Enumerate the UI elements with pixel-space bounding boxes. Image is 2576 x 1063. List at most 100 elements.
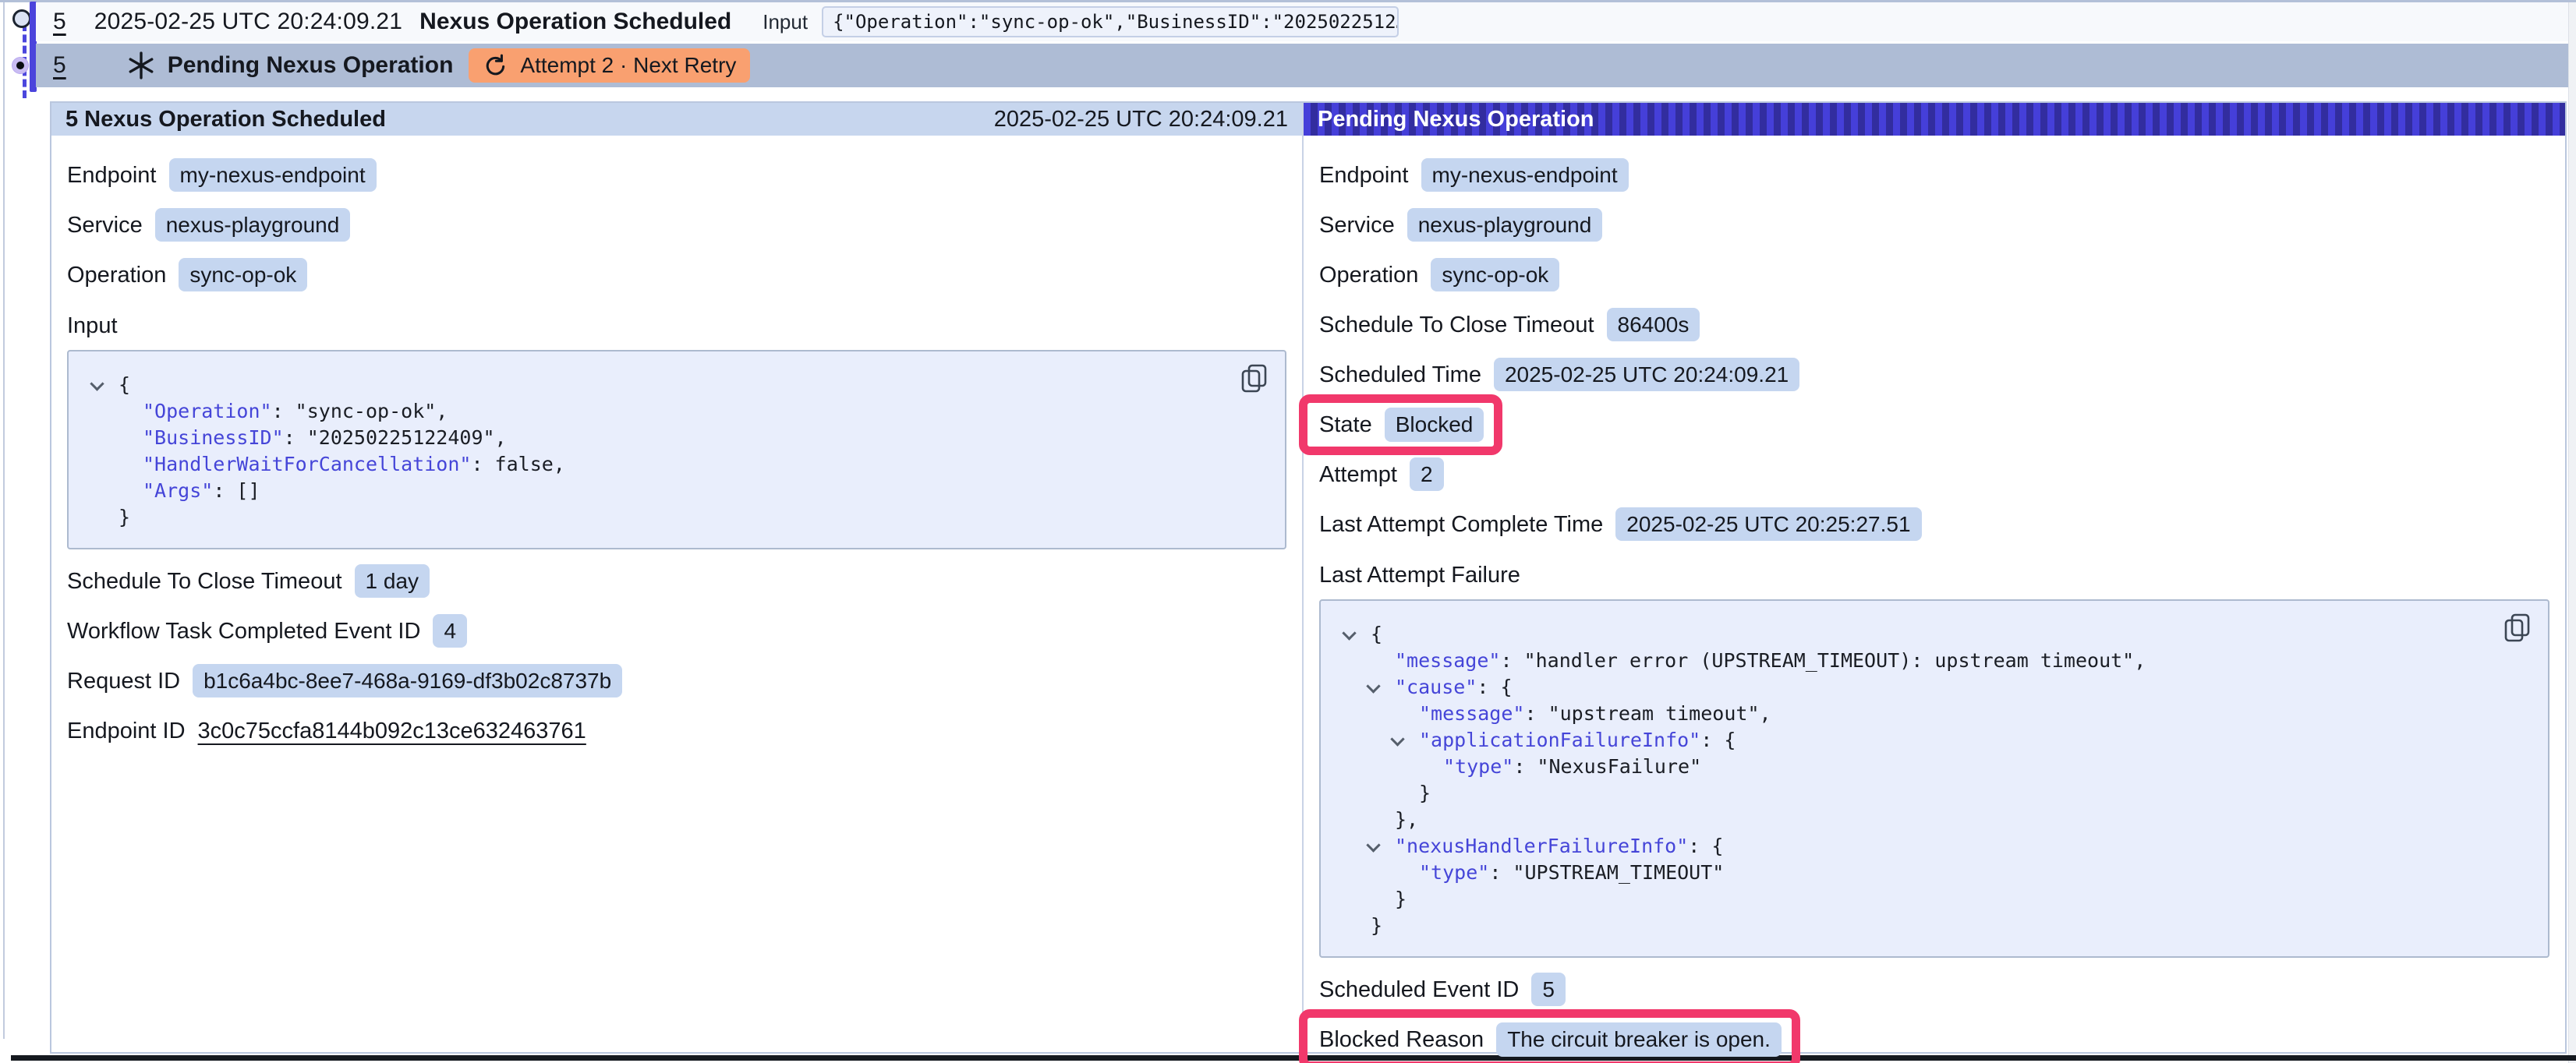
field-label: State bbox=[1319, 412, 1372, 438]
field-value-chip: The circuit breaker is open. bbox=[1496, 1022, 1782, 1057]
json-value-text: : "NexusFailure" bbox=[1513, 755, 1701, 778]
input-preview-chip[interactable]: {"Operation":"sync-op-ok","BusinessID":"… bbox=[822, 6, 1399, 37]
event-row-pending-nexus-operation[interactable]: 5 Pending Nexus Operation Attempt 2 · Ne… bbox=[36, 44, 2568, 87]
chevron-down-icon[interactable] bbox=[1342, 626, 1356, 640]
json-value-text: : [] bbox=[213, 479, 260, 502]
pending-operation-header: Pending Nexus Operation bbox=[1304, 103, 2565, 136]
field-value-chip: nexus-playground bbox=[1407, 208, 1603, 242]
json-code-line: } bbox=[1321, 886, 2548, 913]
input-inline-label: Input bbox=[763, 10, 808, 34]
pending-asterisk-icon bbox=[127, 51, 155, 79]
json-code-line: } bbox=[1321, 780, 2548, 807]
field-label: Workflow Task Completed Event ID bbox=[67, 619, 420, 644]
json-code-line: } bbox=[1321, 913, 2548, 939]
json-value-text: : "sync-op-ok", bbox=[272, 400, 448, 422]
input-json-block: {"Operation": "sync-op-ok","BusinessID":… bbox=[67, 350, 1286, 549]
json-code-line: "Operation": "sync-op-ok", bbox=[69, 398, 1285, 425]
annotation-highlight-box: Blocked Reason The circuit breaker is ope… bbox=[1319, 1022, 1782, 1057]
json-code-line: "message": "upstream timeout", bbox=[1321, 701, 2548, 727]
pending-operation-title: Pending Nexus Operation bbox=[1318, 107, 1594, 132]
json-code-line: "nexusHandlerFailureInfo": { bbox=[1321, 833, 2548, 860]
field-row-endpoint: Endpoint my-nexus-endpoint bbox=[67, 157, 1286, 193]
field-label: Attempt bbox=[1319, 462, 1397, 487]
json-key: "applicationFailureInfo" bbox=[1419, 729, 1700, 751]
field-label: Operation bbox=[67, 263, 166, 288]
field-value-chip: 2025-02-25 UTC 20:24:09.21 bbox=[1494, 358, 1799, 391]
json-key: "type" bbox=[1443, 755, 1513, 778]
chevron-down-icon[interactable] bbox=[90, 376, 104, 390]
json-value-text: { bbox=[1371, 623, 1382, 645]
event-title: Nexus Operation Scheduled bbox=[419, 9, 731, 35]
json-key: "HandlerWaitForCancellation" bbox=[143, 453, 471, 475]
field-row-schedule-to-close-timeout: Schedule To Close Timeout 86400s bbox=[1319, 307, 2549, 343]
event-detail-panel: 5 Nexus Operation Scheduled 2025-02-25 U… bbox=[51, 103, 1302, 1052]
json-value-text: : "handler error (UPSTREAM_TIMEOUT): ups… bbox=[1500, 649, 2146, 672]
pending-operation-fields: Endpoint my-nexus-endpoint Service nexus-pl… bbox=[1319, 157, 2549, 542]
failure-json-block: {"message": "handler error (UPSTREAM_TIM… bbox=[1319, 599, 2549, 958]
pending-operation-fields: Scheduled Event ID 5 Blocked Reason The cir… bbox=[1319, 972, 2549, 1058]
field-row-service: Servicenexus-playground bbox=[67, 207, 1286, 243]
field-value-chip: my-nexus-endpoint bbox=[1421, 158, 1629, 192]
json-value-text: : "UPSTREAM_TIMEOUT" bbox=[1489, 861, 1724, 884]
field-value-link[interactable]: 3c0c75ccfa8144b092c13ce632463761 bbox=[198, 719, 586, 743]
field-row-schedule-to-close-timeout: Schedule To Close Timeout1 day bbox=[67, 563, 1286, 599]
field-value-chip: b1c6a4bc-8ee7-468a-9169-df3b02c8737b bbox=[193, 664, 622, 697]
json-value-text: } bbox=[119, 506, 130, 528]
field-row-service: Service nexus-playground bbox=[1319, 207, 2549, 243]
json-code-line: "Args": [] bbox=[69, 478, 1285, 504]
field-value-chip: 5 bbox=[1531, 973, 1566, 1006]
field-value-chip: sync-op-ok bbox=[1431, 258, 1559, 291]
event-timestamp: 2025-02-25 UTC 20:24:09.21 bbox=[94, 9, 402, 35]
chevron-down-icon[interactable] bbox=[1390, 732, 1404, 746]
json-code-line: "cause": { bbox=[1321, 674, 2548, 701]
field-row-state: StateBlocked bbox=[1319, 407, 2549, 443]
event-row-nexus-operation-scheduled[interactable]: 5 2025-02-25 UTC 20:24:09.21 Nexus Opera… bbox=[36, 2, 2568, 41]
field-label: Schedule To Close Timeout bbox=[1319, 313, 1594, 337]
field-label: Scheduled Event ID bbox=[1319, 977, 1519, 1002]
last-attempt-failure-label: Last Attempt Failure bbox=[1319, 563, 2549, 588]
json-key: "type" bbox=[1419, 861, 1489, 884]
chevron-down-icon[interactable] bbox=[1366, 838, 1380, 852]
field-value-chip: 1 day bbox=[355, 564, 430, 598]
json-value-text: : "20250225122409", bbox=[284, 426, 507, 449]
field-row-scheduled-time: Scheduled Time2025-02-25 UTC 20:24:09.21 bbox=[1319, 357, 2549, 393]
json-value-text: : { bbox=[1700, 729, 1736, 751]
field-value-chip: my-nexus-endpoint bbox=[169, 158, 377, 192]
json-code-line: "BusinessID": "20250225122409", bbox=[69, 425, 1285, 451]
field-row-endpoint: Endpoint my-nexus-endpoint bbox=[1319, 157, 2549, 193]
event-marker-open-icon bbox=[12, 9, 31, 28]
field-row-operation: Operationsync-op-ok bbox=[1319, 257, 2549, 293]
event-id-link[interactable]: 5 bbox=[53, 9, 66, 35]
chevron-down-icon[interactable] bbox=[1366, 679, 1380, 693]
event-id-link[interactable]: 5 bbox=[53, 52, 66, 79]
json-code-line: } bbox=[69, 504, 1285, 531]
field-value-chip: sync-op-ok bbox=[179, 258, 307, 291]
pending-operation-panel: Pending Nexus Operation Endpoint my-nexus… bbox=[1304, 103, 2565, 1052]
event-detail-fields: Endpoint my-nexus-endpoint Servicenexus-pl… bbox=[67, 157, 1286, 293]
field-value-chip: 2 bbox=[1410, 457, 1444, 491]
event-detail-timestamp: 2025-02-25 UTC 20:24:09.21 bbox=[994, 107, 1288, 132]
retry-status-badge: Attempt 2 · Next Retry bbox=[469, 48, 750, 83]
json-value-text: } bbox=[1419, 782, 1431, 804]
field-label: Request ID bbox=[67, 669, 180, 694]
json-value-text: : { bbox=[1688, 835, 1723, 857]
field-row-attempt: Attempt 2 bbox=[1319, 457, 2549, 493]
json-key: "Args" bbox=[143, 479, 213, 502]
field-label: Service bbox=[1319, 213, 1395, 238]
pending-title: Pending Nexus Operation bbox=[168, 52, 454, 79]
json-value-text: : { bbox=[1477, 676, 1512, 698]
field-label: Endpoint bbox=[1319, 163, 1409, 188]
scrollbar-gutter[interactable] bbox=[2568, 2, 2576, 1063]
field-label: Service bbox=[67, 213, 143, 238]
field-label: Last Attempt Complete Time bbox=[1319, 512, 1603, 537]
field-row-last-attempt-complete-time: Last Attempt Complete Time2025-02-25 UTC… bbox=[1319, 507, 2549, 542]
field-row-blocked-reason: Blocked Reason The circuit breaker is ope… bbox=[1319, 1022, 2549, 1058]
field-row-workflow-task-completed-event-id: Workflow Task Completed Event ID4 bbox=[67, 613, 1286, 649]
retry-badge-label: Attempt 2 · Next Retry bbox=[520, 53, 736, 78]
json-value-text: } bbox=[1371, 914, 1382, 937]
field-label: Endpoint bbox=[67, 163, 157, 188]
field-label: Blocked Reason bbox=[1319, 1027, 1484, 1053]
event-detail-container: 5 Nexus Operation Scheduled 2025-02-25 U… bbox=[50, 101, 2567, 1054]
json-code-line: "applicationFailureInfo": { bbox=[1321, 727, 2548, 754]
field-value-chip: 86400s bbox=[1607, 308, 1700, 341]
